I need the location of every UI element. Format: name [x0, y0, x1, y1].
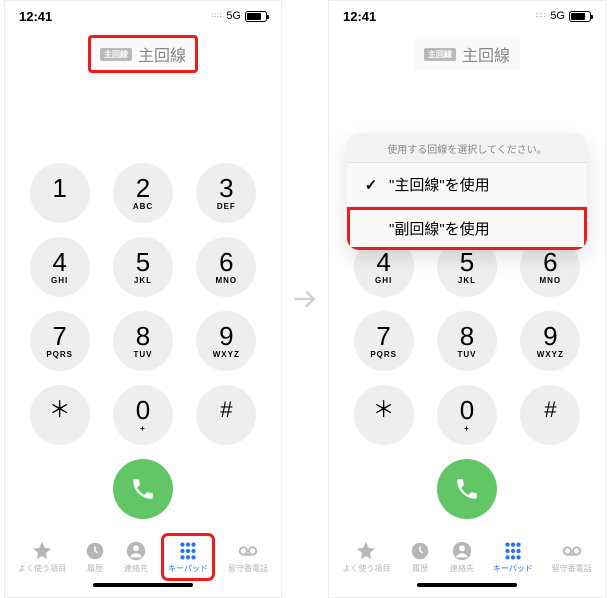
voicemail-icon [561, 540, 583, 562]
star-icon [355, 540, 377, 562]
line-selector[interactable]: 主回線 主回線 [414, 37, 520, 71]
key-8[interactable]: 8TUV [113, 311, 173, 371]
tab-recents[interactable]: 履歴 [409, 540, 431, 574]
line-selector[interactable]: 主回線 主回線 [90, 37, 196, 71]
tab-keypad[interactable]: キーパッド [493, 540, 533, 574]
phone-left-before: 12:41 :::: 5G 主回線 主回線 1 2ABC 3DEF 4GHI 5… [4, 0, 282, 598]
key-9[interactable]: 9WXYZ [196, 311, 256, 371]
key-star[interactable]: ＊ [30, 385, 90, 445]
tab-contacts[interactable]: 連絡先 [124, 540, 148, 574]
key-hash[interactable]: # [520, 385, 580, 445]
home-indicator[interactable] [329, 583, 605, 597]
phone-icon [130, 476, 156, 502]
key-1[interactable]: 1 [354, 163, 414, 223]
key-2[interactable]: 2ABC [113, 163, 173, 223]
tab-contacts[interactable]: 連絡先 [450, 540, 474, 574]
network-label: 5G [226, 10, 241, 22]
key-hash[interactable]: # [196, 385, 256, 445]
status-time: 12:41 [19, 9, 52, 24]
key-1[interactable]: 1 [30, 163, 90, 223]
tab-favorites[interactable]: よく使う項目 [342, 540, 390, 574]
key-0[interactable]: 0+ [437, 385, 497, 445]
clock-icon [84, 540, 106, 562]
home-indicator[interactable] [5, 583, 281, 597]
tab-keypad[interactable]: キーパッド [166, 538, 210, 576]
phone-right-after: 12:41 :::: 5G 主回線 主回線 1 2ABC 3DEF 4GHI 5… [328, 0, 606, 598]
star-icon [31, 540, 53, 562]
clock-icon [409, 540, 431, 562]
flow-arrow [282, 284, 328, 314]
tab-favorites[interactable]: よく使う項目 [18, 540, 66, 574]
person-icon [451, 540, 473, 562]
key-6[interactable]: 6MNO [196, 237, 256, 297]
arrow-right-icon [290, 284, 320, 314]
key-star[interactable]: ＊ [354, 385, 414, 445]
line-badge: 主回線 [100, 48, 132, 61]
person-icon [125, 540, 147, 562]
signal-icon: :::: [536, 13, 547, 19]
phone-icon [454, 476, 480, 502]
tab-voicemail[interactable]: 留守番電話 [228, 540, 268, 574]
key-4[interactable]: 4GHI [30, 237, 90, 297]
key-9[interactable]: 9WXYZ [520, 311, 580, 371]
tab-bar: よく使う項目 履歴 連絡先 キーパッド 留守番電話 [329, 531, 605, 583]
key-6[interactable]: 6MNO [520, 237, 580, 297]
key-5[interactable]: 5JKL [113, 237, 173, 297]
battery-icon [569, 11, 591, 22]
key-5[interactable]: 5JKL [437, 237, 497, 297]
key-0[interactable]: 0+ [113, 385, 173, 445]
key-3[interactable]: 3DEF [520, 163, 580, 223]
line-label: 主回線 [462, 42, 510, 66]
call-button[interactable] [113, 459, 173, 519]
status-time: 12:41 [343, 9, 376, 24]
signal-icon: :::: [212, 13, 223, 19]
tab-recents[interactable]: 履歴 [84, 540, 106, 574]
status-bar: 12:41 :::: 5G [329, 1, 605, 31]
keypad: 1 2ABC 3DEF 4GHI 5JKL 6MNO 7PQRS 8TUV 9W… [347, 163, 587, 445]
voicemail-icon [237, 540, 259, 562]
line-badge: 主回線 [424, 48, 456, 61]
keypad-icon [502, 540, 524, 562]
key-7[interactable]: 7PQRS [30, 311, 90, 371]
network-label: 5G [550, 10, 565, 22]
tab-bar: よく使う項目 履歴 連絡先 キーパッド 留守番電話 [5, 531, 281, 583]
sheet-header: 使用する回線を選択してください。 [347, 133, 587, 163]
key-8[interactable]: 8TUV [437, 311, 497, 371]
key-2[interactable]: 2ABC [437, 163, 497, 223]
tab-voicemail[interactable]: 留守番電話 [552, 540, 592, 574]
key-4[interactable]: 4GHI [354, 237, 414, 297]
status-bar: 12:41 :::: 5G [5, 1, 281, 31]
line-label: 主回線 [138, 42, 186, 66]
keypad-icon [177, 540, 199, 562]
key-7[interactable]: 7PQRS [354, 311, 414, 371]
key-3[interactable]: 3DEF [196, 163, 256, 223]
call-button[interactable] [437, 459, 497, 519]
keypad: 1 2ABC 3DEF 4GHI 5JKL 6MNO 7PQRS 8TUV 9W… [23, 163, 263, 445]
battery-icon [245, 11, 267, 22]
